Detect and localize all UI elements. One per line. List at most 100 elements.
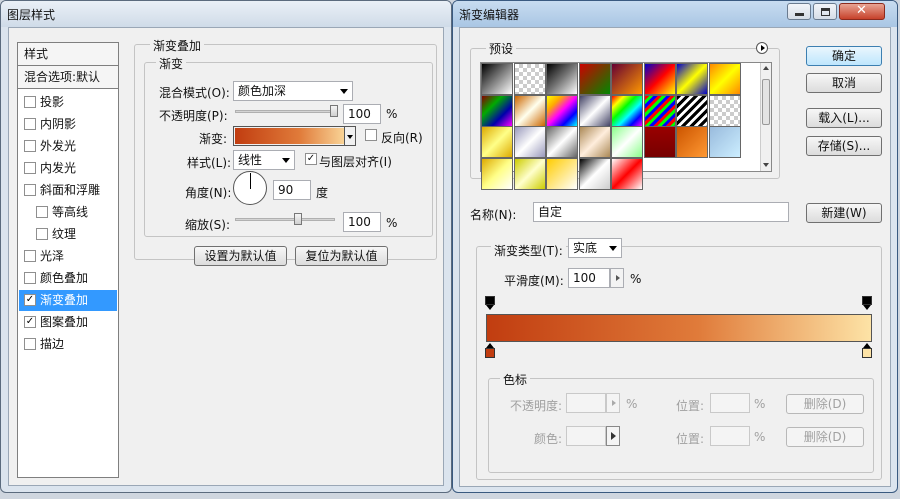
stop-color-menu-button[interactable] xyxy=(606,426,620,446)
preset-swatch[interactable] xyxy=(708,126,741,158)
preset-swatch[interactable] xyxy=(513,126,546,158)
preset-swatch[interactable] xyxy=(643,94,676,127)
stop-location-input[interactable] xyxy=(710,393,750,413)
angle-dial[interactable] xyxy=(233,171,267,205)
opacity-stop-right[interactable] xyxy=(862,296,872,310)
preset-swatch[interactable] xyxy=(546,126,578,158)
sidebar-item-checkbox[interactable] xyxy=(24,184,36,196)
sidebar-item-checkbox[interactable] xyxy=(24,250,36,262)
sidebar-item-checkbox[interactable] xyxy=(24,338,36,350)
sidebar-blend-default[interactable]: 混合选项:默认 xyxy=(18,66,118,89)
blend-mode-select[interactable]: 颜色加深 xyxy=(233,81,353,101)
preset-swatch[interactable] xyxy=(676,63,708,95)
preset-swatch[interactable] xyxy=(611,63,643,95)
opacity-slider-thumb[interactable] xyxy=(330,105,338,117)
preset-swatch[interactable] xyxy=(611,94,643,127)
sidebar-item[interactable]: 投影 xyxy=(19,92,117,113)
set-default-button[interactable]: 设置为默认值 xyxy=(194,246,287,266)
stop-color-location-input[interactable] xyxy=(710,426,750,446)
presets-menu-button[interactable] xyxy=(756,42,768,54)
preset-swatch[interactable] xyxy=(643,126,676,158)
minimize-button[interactable] xyxy=(787,3,811,20)
sidebar-item-checkbox[interactable] xyxy=(24,118,36,130)
sidebar-item[interactable]: 描边 xyxy=(19,334,117,355)
preset-swatch[interactable] xyxy=(578,94,611,127)
preset-swatch[interactable] xyxy=(643,63,676,95)
preset-swatch[interactable] xyxy=(481,94,513,127)
preset-swatch[interactable] xyxy=(481,63,513,95)
sidebar-item[interactable]: 内阴影 xyxy=(19,114,117,135)
preset-swatch[interactable] xyxy=(513,94,546,127)
gradient-type-select[interactable]: 实底 xyxy=(568,238,622,258)
ok-button[interactable]: 确定 xyxy=(806,46,882,66)
presets-scrollbar[interactable] xyxy=(760,63,771,171)
stop-opacity-input[interactable] xyxy=(566,393,606,413)
maximize-button[interactable] xyxy=(813,3,837,20)
preset-swatch[interactable] xyxy=(676,126,708,158)
preset-swatch[interactable] xyxy=(546,94,578,127)
sidebar-item[interactable]: 颜色叠加 xyxy=(19,268,117,289)
scale-input[interactable]: 100 xyxy=(343,212,381,232)
reset-default-button[interactable]: 复位为默认值 xyxy=(295,246,388,266)
gradient-bar[interactable] xyxy=(486,314,872,342)
scroll-down-icon[interactable] xyxy=(763,163,769,167)
sidebar-item-checkbox[interactable] xyxy=(36,206,48,218)
stop-opacity-stepper[interactable] xyxy=(606,393,620,413)
load-button[interactable]: 载入(L)... xyxy=(806,108,882,128)
delete-color-stop-button[interactable]: 删除(D) xyxy=(786,427,864,447)
scroll-up-icon[interactable] xyxy=(763,66,769,70)
preset-swatch[interactable] xyxy=(708,94,741,127)
preset-swatch[interactable] xyxy=(513,63,546,95)
scale-slider-thumb[interactable] xyxy=(294,213,302,225)
align-with-layer-checkbox[interactable]: ✓ xyxy=(305,153,317,165)
sidebar-item-checkbox[interactable]: ✓ xyxy=(24,294,36,306)
smoothness-stepper[interactable] xyxy=(610,268,624,288)
color-stop-right[interactable] xyxy=(862,343,872,358)
gradient-dropdown-button[interactable] xyxy=(344,126,356,146)
sidebar-header[interactable]: 样式 xyxy=(18,43,118,66)
close-button[interactable]: ✕ xyxy=(839,3,885,20)
preset-swatch[interactable] xyxy=(546,157,578,190)
sidebar-item[interactable]: ✓ 图案叠加 xyxy=(19,312,117,333)
smoothness-input[interactable]: 100 xyxy=(568,268,610,288)
preset-swatch[interactable] xyxy=(676,94,708,127)
preset-swatch[interactable] xyxy=(546,63,578,95)
opacity-input[interactable]: 100 xyxy=(343,104,381,124)
preset-swatch[interactable] xyxy=(611,157,643,190)
opacity-stop-left[interactable] xyxy=(485,296,495,310)
sidebar-item[interactable]: 纹理 xyxy=(19,224,117,245)
angle-input[interactable]: 90 xyxy=(273,180,311,200)
new-button[interactable]: 新建(W) xyxy=(806,203,882,223)
name-input[interactable]: 自定 xyxy=(533,202,789,222)
delete-stop-button[interactable]: 删除(D) xyxy=(786,394,864,414)
sidebar-item-checkbox[interactable] xyxy=(24,162,36,174)
stop-color-swatch[interactable] xyxy=(566,426,606,446)
scale-slider-track[interactable] xyxy=(235,218,335,221)
cancel-button[interactable]: 取消 xyxy=(806,73,882,93)
preset-swatch[interactable] xyxy=(708,63,741,95)
scroll-thumb[interactable] xyxy=(762,79,770,125)
sidebar-item[interactable]: 等高线 xyxy=(19,202,117,223)
reverse-checkbox[interactable] xyxy=(365,129,377,141)
gradient-preview-picker[interactable] xyxy=(233,126,354,146)
style-select[interactable]: 线性 xyxy=(233,150,295,170)
sidebar-item[interactable]: 斜面和浮雕 xyxy=(19,180,117,201)
opacity-slider-track[interactable] xyxy=(235,110,335,113)
save-button[interactable]: 存储(S)... xyxy=(806,136,882,156)
sidebar-item-checkbox[interactable]: ✓ xyxy=(24,316,36,328)
sidebar-item-checkbox[interactable] xyxy=(36,228,48,240)
preset-swatch[interactable] xyxy=(481,126,513,158)
color-stop-left[interactable] xyxy=(485,343,495,358)
preset-swatch[interactable] xyxy=(611,126,643,158)
preset-swatch[interactable] xyxy=(481,157,513,190)
sidebar-item[interactable]: 外发光 xyxy=(19,136,117,157)
preset-swatch[interactable] xyxy=(578,63,611,95)
preset-swatch[interactable] xyxy=(578,126,611,158)
preset-swatch[interactable] xyxy=(513,157,546,190)
sidebar-item[interactable]: 光泽 xyxy=(19,246,117,267)
sidebar-item[interactable]: 内发光 xyxy=(19,158,117,179)
sidebar-item-checkbox[interactable] xyxy=(24,96,36,108)
sidebar-item-checkbox[interactable] xyxy=(24,140,36,152)
preset-swatch[interactable] xyxy=(578,157,611,190)
layer-style-titlebar[interactable]: 图层样式 xyxy=(1,1,451,27)
